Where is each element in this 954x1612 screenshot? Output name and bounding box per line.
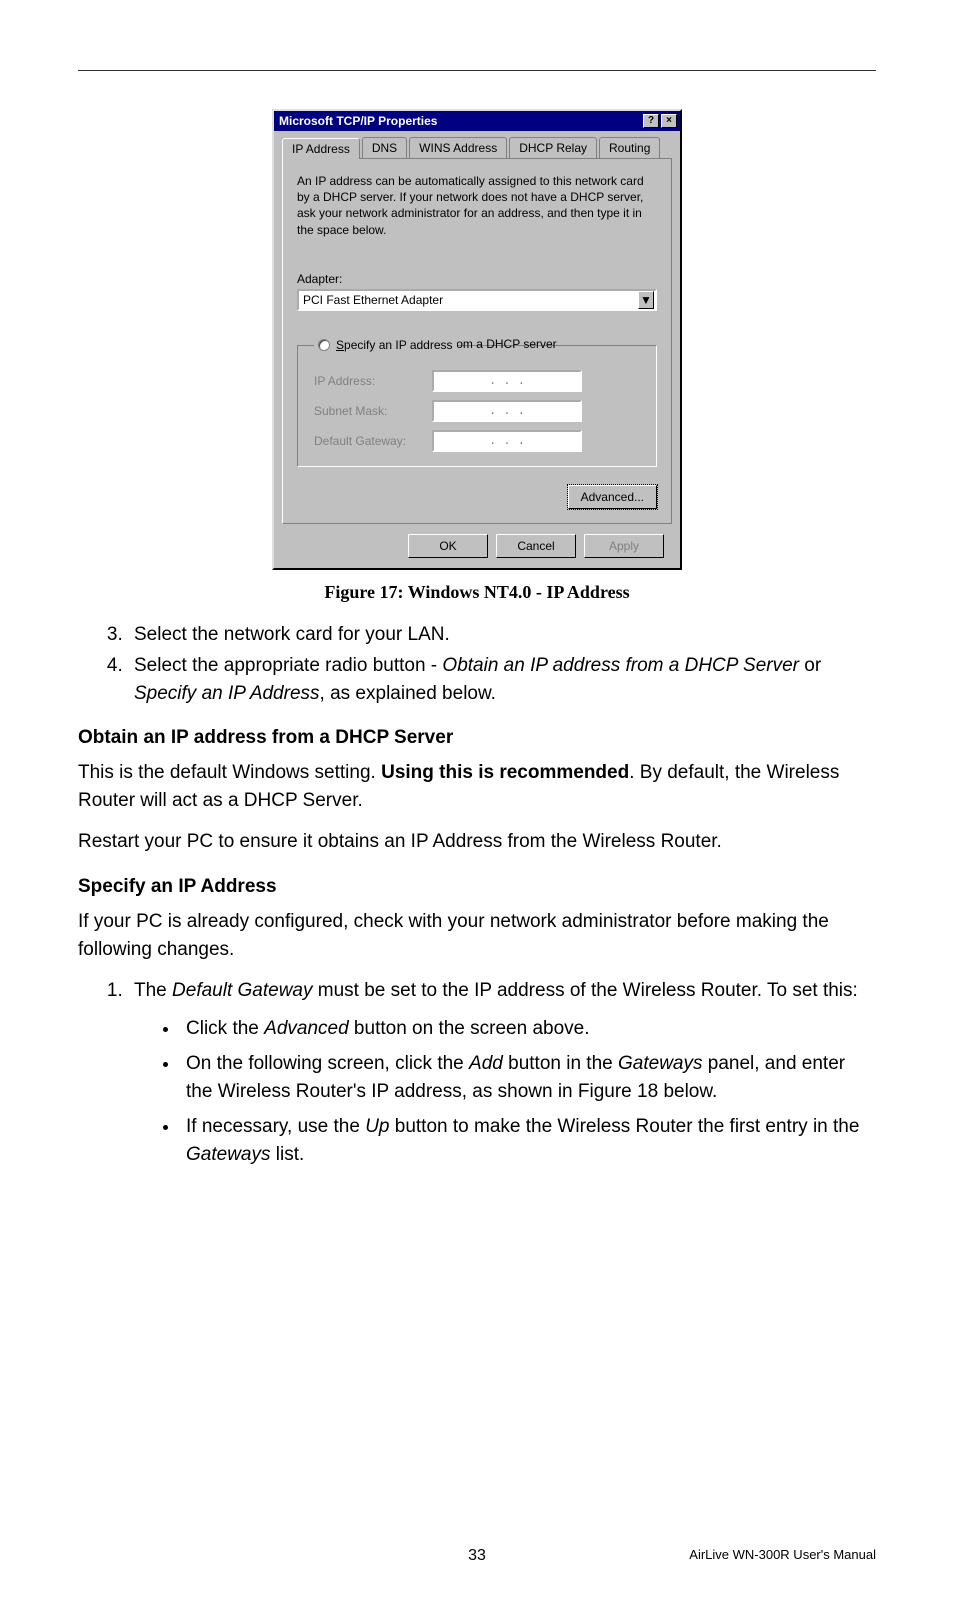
close-button[interactable]: × (661, 114, 677, 128)
radio-specify-label: Specify an IP address (336, 338, 453, 352)
tabstrip: IP Address DNS WINS Address DHCP Relay R… (282, 137, 672, 159)
default-gateway-row: Default Gateway: . . . (314, 430, 644, 452)
para-obtain-1: This is the default Windows setting. Usi… (78, 759, 876, 814)
step-3: Select the network card for your LAN. (128, 621, 876, 649)
radio-specify-ip[interactable]: Specify an IP address (314, 338, 457, 352)
default-gateway-field[interactable]: . . . (432, 430, 582, 452)
page-footer: 33 AirLive WN-300R User's Manual (78, 1547, 876, 1562)
specify-groupbox: Specify an IP address IP Address: . . . … (297, 345, 657, 467)
ip-dots: . . . (489, 404, 525, 418)
ip-tab-description: An IP address can be automatically assig… (297, 173, 657, 238)
ip-dots: . . . (489, 374, 525, 388)
advanced-row: Advanced... (297, 485, 657, 509)
radio-icon (318, 339, 330, 351)
ip-address-row: IP Address: . . . (314, 370, 644, 392)
tab-dns[interactable]: DNS (362, 137, 407, 158)
bullet-2: On the following screen, click the Add b… (180, 1050, 876, 1105)
adapter-label: Adapter: (297, 272, 657, 286)
question-icon: ? (648, 116, 654, 126)
chevron-down-icon: ▼ (640, 293, 652, 307)
tab-dhcp-relay[interactable]: DHCP Relay (509, 137, 597, 158)
default-gateway-label: Default Gateway: (314, 434, 424, 448)
tcpip-properties-dialog: Microsoft TCP/IP Properties ? × IP Addre… (272, 109, 682, 570)
window-title: Microsoft TCP/IP Properties (279, 114, 643, 128)
bullet-3: If necessary, use the Up button to make … (180, 1113, 876, 1168)
heading-obtain: Obtain an IP address from a DHCP Server (78, 727, 876, 749)
ip-dots: . . . (489, 434, 525, 448)
bullet-1: Click the Advanced button on the screen … (180, 1015, 876, 1043)
close-icon: × (666, 116, 672, 126)
dialog-container: Microsoft TCP/IP Properties ? × IP Addre… (78, 109, 876, 570)
subnet-mask-label: Subnet Mask: (314, 404, 424, 418)
tab-panel-ip-address: An IP address can be automatically assig… (282, 159, 672, 524)
para-obtain-2: Restart your PC to ensure it obtains an … (78, 828, 876, 856)
page-top-rule (78, 70, 876, 71)
para-specify-1: If your PC is already configured, check … (78, 908, 876, 963)
adapter-value: PCI Fast Ethernet Adapter (303, 293, 443, 307)
dialog-button-row: OK Cancel Apply (282, 524, 672, 558)
cancel-button[interactable]: Cancel (496, 534, 576, 558)
apply-button[interactable]: Apply (584, 534, 664, 558)
bullets-gateway: Click the Advanced button on the screen … (134, 1015, 876, 1169)
tab-wins-address[interactable]: WINS Address (409, 137, 507, 158)
titlebar: Microsoft TCP/IP Properties ? × (274, 111, 680, 131)
titlebar-buttons: ? × (643, 114, 677, 128)
ip-mode-radio-group: Obtain an IP address from a DHCP server … (297, 337, 657, 509)
ok-button[interactable]: OK (408, 534, 488, 558)
ip-address-field[interactable]: . . . (432, 370, 582, 392)
ip-address-label: IP Address: (314, 374, 424, 388)
dialog-body: IP Address DNS WINS Address DHCP Relay R… (274, 131, 680, 568)
subnet-mask-field[interactable]: . . . (432, 400, 582, 422)
help-button[interactable]: ? (643, 114, 659, 128)
adapter-select[interactable]: PCI Fast Ethernet Adapter ▼ (297, 289, 657, 311)
tab-ip-address[interactable]: IP Address (282, 138, 360, 159)
step-b1: The Default Gateway must be set to the I… (128, 977, 876, 1168)
page-number: 33 (468, 1547, 486, 1565)
subnet-mask-row: Subnet Mask: . . . (314, 400, 644, 422)
advanced-button[interactable]: Advanced... (568, 485, 657, 509)
steps-list-a: Select the network card for your LAN. Se… (78, 621, 876, 708)
adapter-dropdown-button[interactable]: ▼ (638, 291, 654, 309)
tab-routing[interactable]: Routing (599, 137, 660, 158)
step-4: Select the appropriate radio button - Ob… (128, 652, 876, 707)
manual-name: AirLive WN-300R User's Manual (689, 1547, 876, 1562)
steps-list-b: The Default Gateway must be set to the I… (78, 977, 876, 1168)
heading-specify: Specify an IP Address (78, 876, 876, 898)
figure-caption: Figure 17: Windows NT4.0 - IP Address (78, 582, 876, 603)
